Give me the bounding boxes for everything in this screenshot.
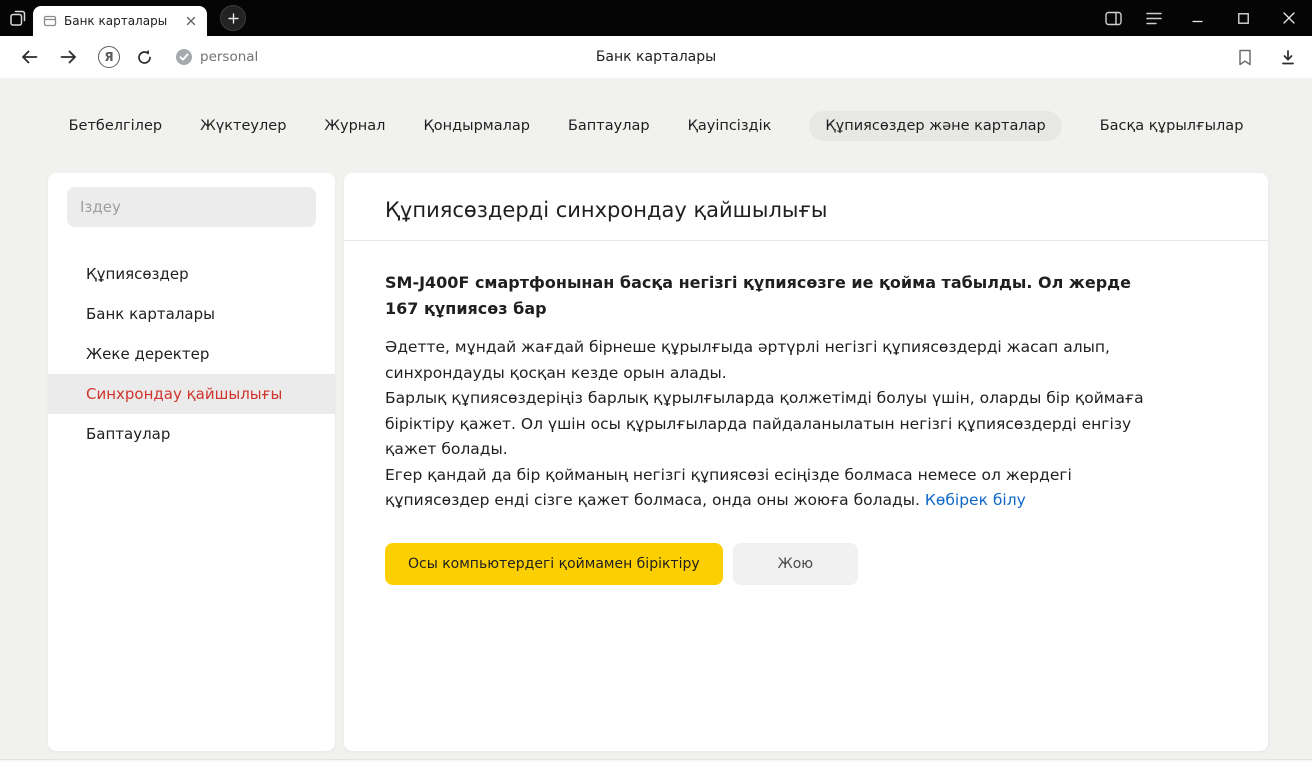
- sidebar-item-bank-cards[interactable]: Банк карталары: [48, 294, 335, 334]
- section-title: Құпиясөздерді синхрондау қайшылығы: [344, 173, 1268, 240]
- page-title: Банк карталары: [596, 49, 716, 65]
- merge-storage-button[interactable]: Осы компьютердегі қоймамен біріктіру: [385, 543, 723, 585]
- cards-row: Құпиясөздер Банк карталары Жеке деректер…: [48, 173, 1268, 751]
- back-icon[interactable]: [14, 43, 45, 71]
- close-window-icon: [1283, 12, 1295, 24]
- learn-more-link[interactable]: Көбірек білу: [925, 491, 1026, 509]
- conflict-paragraph-2: Барлық құпиясөздеріңіз барлық құрылғылар…: [385, 386, 1164, 463]
- tab-bar: Банк карталары: [0, 0, 1312, 36]
- side-panel-icon[interactable]: [1093, 3, 1134, 34]
- bookmark-icon[interactable]: [1232, 43, 1258, 72]
- protect-badge[interactable]: personal: [175, 48, 258, 66]
- sync-conflict-body: SM-J400F смартфонынан басқа негізгі құпи…: [344, 241, 1224, 585]
- minimize-button[interactable]: [1174, 0, 1220, 36]
- minimize-icon: [1192, 13, 1203, 24]
- sidebar-item-passwords[interactable]: Құпиясөздер: [48, 254, 335, 294]
- nav-other-devices[interactable]: Басқа құрылғылар: [1100, 118, 1244, 134]
- settings-nav: Бетбелгілер Жүктеулер Журнал Қондырмалар…: [0, 111, 1312, 141]
- download-icon[interactable]: [1274, 43, 1302, 72]
- maximize-icon: [1238, 13, 1249, 24]
- paragraph-text: Барлық құпиясөздеріңіз барлық құрылғылар…: [385, 389, 1144, 458]
- search-input[interactable]: [67, 187, 316, 227]
- tab-title: Банк карталары: [64, 14, 183, 28]
- conflict-paragraph-1: Әдетте, мұндай жағдай бірнеше құрылғыда …: [385, 335, 1164, 386]
- close-tab-icon[interactable]: [183, 13, 199, 29]
- new-tab-button[interactable]: [220, 5, 246, 31]
- delete-storage-button[interactable]: Жою: [733, 543, 858, 585]
- action-buttons: Осы компьютердегі қоймамен біріктіру Жою: [385, 543, 1164, 585]
- nav-security[interactable]: Қауіпсіздік: [688, 118, 772, 134]
- toolbar: Я personal Банк карталары: [0, 36, 1312, 78]
- sidebar: Құпиясөздер Банк карталары Жеке деректер…: [48, 173, 335, 751]
- nav-history[interactable]: Журнал: [324, 118, 385, 134]
- nav-settings[interactable]: Баптаулар: [568, 118, 650, 134]
- sidebar-list: Құпиясөздер Банк карталары Жеке деректер…: [48, 254, 335, 454]
- protect-icon: [175, 48, 193, 66]
- nav-bookmarks[interactable]: Бетбелгілер: [69, 118, 163, 134]
- yandex-logo-icon[interactable]: Я: [98, 46, 120, 68]
- window-controls: [1093, 0, 1312, 36]
- paragraph-text: Әдетте, мұндай жағдай бірнеше құрылғыда …: [385, 338, 1110, 382]
- toolbar-right: [1218, 43, 1304, 72]
- nav-passwords-and-cards[interactable]: Құпиясөздер және карталар: [809, 111, 1061, 141]
- maximize-button[interactable]: [1220, 0, 1266, 36]
- tab-list-icon[interactable]: [1134, 4, 1174, 33]
- plus-icon: [228, 13, 239, 24]
- protect-label: personal: [200, 49, 258, 65]
- sidebar-item-sync-conflict[interactable]: Синхрондау қайшылығы: [48, 374, 335, 414]
- browser-window: Банк карталары: [0, 0, 1312, 762]
- nav-extensions[interactable]: Қондырмалар: [423, 118, 530, 134]
- settings-page: Бетбелгілер Жүктеулер Журнал Қондырмалар…: [0, 78, 1312, 762]
- reload-icon[interactable]: [130, 43, 159, 72]
- forward-icon[interactable]: [53, 43, 84, 71]
- sidebar-item-personal-data[interactable]: Жеке деректер: [48, 334, 335, 374]
- browser-tab[interactable]: Банк карталары: [33, 6, 207, 36]
- main-panel: Құпиясөздерді синхрондау қайшылығы SM-J4…: [344, 173, 1268, 751]
- browser-logo-icon[interactable]: [9, 9, 27, 27]
- close-window-button[interactable]: [1266, 0, 1312, 36]
- nav-downloads[interactable]: Жүктеулер: [200, 118, 286, 134]
- sidebar-item-settings[interactable]: Баптаулар: [48, 414, 335, 454]
- conflict-paragraph-3: Егер қандай да бір қойманың негізгі құпи…: [385, 463, 1164, 514]
- conflict-heading: SM-J400F смартфонынан басқа негізгі құпи…: [385, 270, 1164, 322]
- tab-favicon: [43, 14, 57, 28]
